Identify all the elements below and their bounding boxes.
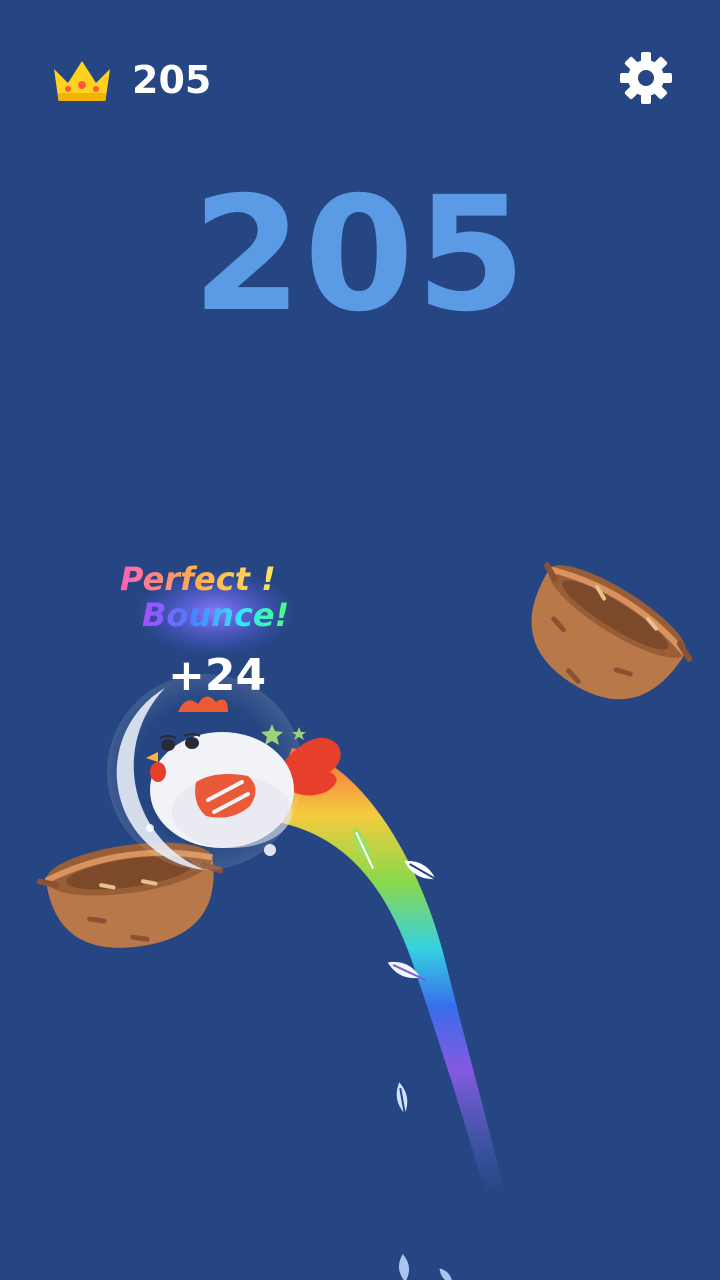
nest-right (531, 562, 693, 700)
settings-button[interactable] (618, 50, 674, 106)
game-screen[interactable]: 205 205 Perfect ! Bounce! +24 (0, 0, 720, 1280)
rainbow-trail (265, 748, 505, 1195)
crown-icon (50, 57, 114, 103)
bonus-points: +24 (168, 650, 267, 701)
perfect-text: Perfect ! (120, 560, 276, 598)
bounce-text: Bounce! (142, 596, 290, 634)
best-score-value: 205 (132, 58, 212, 102)
current-score: 205 (192, 163, 528, 347)
gear-icon (618, 50, 674, 106)
best-score: 205 (50, 52, 211, 108)
